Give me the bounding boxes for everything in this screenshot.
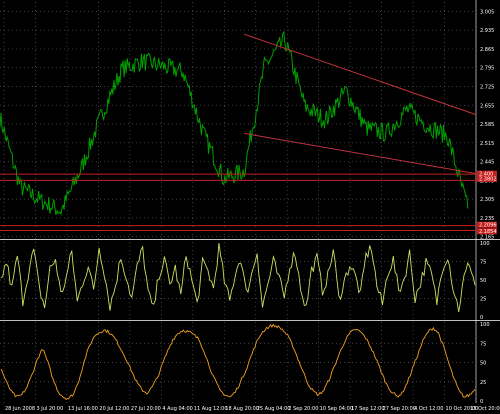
oscillator-2-tick-label: 25 [480,380,486,386]
price-tick-label: 2.655 [480,103,494,109]
price-tick-label: 2.795 [480,66,494,72]
price-tag: 2.3802 [477,175,497,183]
time-tick-label: 28 Jun 2008 [5,406,35,412]
time-tick-label: 17 Sep 12:00 [351,406,384,412]
oscillator-2-tick-label: 100 [480,322,490,328]
time-tick-label: 10 Sep 04:00 [320,406,353,412]
chart-background [0,0,500,414]
time-tick-label: 3 Jul 20:00 [36,406,63,412]
price-tick-label: 2.235 [480,216,494,222]
oscillator-1-tick-label: 50 [480,278,486,284]
price-tag-label: 2.2096 [479,222,497,228]
oscillator-2-tick-label: 0 [480,399,483,405]
price-tag-label: 2.3802 [479,177,497,183]
time-tick-label: 4 Oct 12:00 [414,406,443,412]
time-tick-label: 18 Aug 20:00 [225,406,259,412]
oscillator-1-tick-label: 100 [480,241,490,247]
price-tick-label: 2.305 [480,197,494,203]
time-tick-label: 27 Jul 20:00 [131,406,161,412]
price-tick-label: 2.515 [480,141,494,147]
price-tag: 2.2096 [477,221,497,228]
time-tick-label: 2 Sep 20:00 [288,406,318,412]
price-tick-label: 2.725 [480,84,494,90]
oscillator-2-tick-label: 75 [480,341,486,347]
time-tick-label: 25 Aug 04:00 [257,406,291,412]
price-tag: 2.1854 [477,228,497,235]
oscillator-1-tick-label: 75 [480,260,486,266]
time-tick-label: 27 Sep 20:00 [383,406,416,412]
oscillator-1-tick-label: 0 [480,315,483,321]
price-tag-label: 2.1854 [479,229,497,235]
price-tick-label: 2.935 [480,28,494,34]
oscillator-2-tick-label: 50 [480,361,486,367]
time-tick-label: 20 Jul 12:00 [99,406,129,412]
time-tick-label: 13 Oct 20:00 [470,406,500,412]
time-tick-label: 13 Jul 16:00 [68,406,98,412]
price-tick-label: 3.005 [480,9,494,15]
price-tick-label: 2.865 [480,47,494,53]
price-tick-label: 2.585 [480,122,494,128]
chart-canvas: 28 Jun 2008 3 Jul 20:00 13 Jul 16:00 20 Jul… [0,0,500,414]
price-tick-label: 2.445 [480,160,494,166]
time-tick-label: 11 Aug 12:00 [194,406,228,412]
oscillator-1-tick-label: 25 [480,297,486,303]
time-tick-label: 4 Aug 04:00 [162,406,193,412]
price-tick-label: 2.165 [480,235,494,241]
